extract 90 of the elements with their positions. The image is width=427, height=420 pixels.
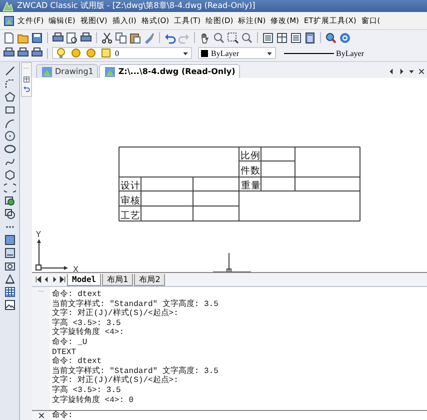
- command-history-line: 命令: _U: [52, 338, 88, 348]
- command-history-line: 当前文字样式: "Standard" 文字高度: 3.5: [52, 366, 220, 376]
- undo-icon[interactable]: [164, 32, 176, 44]
- close-icon[interactable]: [38, 412, 44, 419]
- camera-icon[interactable]: [4, 260, 16, 272]
- copy-icon[interactable]: [115, 32, 127, 44]
- command-history-line: 文字旋转角度 <4>: 0: [52, 396, 135, 406]
- printer-icon[interactable]: [80, 32, 92, 44]
- command-history-line: 文字旋转角度 <4>:: [52, 328, 126, 338]
- first-icon[interactable]: [35, 276, 42, 283]
- previous-icon[interactable]: [388, 68, 395, 74]
- rectangle-icon[interactable]: [4, 104, 16, 116]
- dropdown-arrow-icon[interactable]: [408, 68, 415, 74]
- hand-icon[interactable]: [199, 32, 211, 44]
- zoom-icon[interactable]: [241, 32, 253, 44]
- list-panel-icon[interactable]: [290, 32, 302, 44]
- paste-icon[interactable]: [129, 32, 141, 44]
- zoom-icon[interactable]: [213, 32, 225, 44]
- search-icon[interactable]: [325, 32, 337, 44]
- drawing-canvas[interactable]: 比例 件数 设计 重量 审核 工艺 Y X: [32, 78, 427, 272]
- polyline-icon[interactable]: [4, 78, 16, 90]
- spline-icon[interactable]: [4, 156, 16, 168]
- layer-dropdown[interactable]: 0: [52, 47, 192, 59]
- drawing-file-icon: [41, 66, 53, 78]
- insert-icon[interactable]: [4, 208, 16, 220]
- command-history-line: 字高 <3.5>: 3.5: [52, 386, 122, 395]
- layout-tab[interactable]: 布局1: [102, 274, 134, 286]
- list-panel-icon[interactable]: [262, 32, 274, 44]
- hexagon-icon[interactable]: [4, 169, 16, 181]
- line-icon[interactable]: [4, 65, 16, 77]
- command-history-line: 命令: dtext: [52, 357, 103, 366]
- dropdown-arrow-icon: [182, 50, 189, 56]
- arrow-icon: [22, 85, 30, 92]
- layout-tab[interactable]: Model: [67, 274, 102, 286]
- print-preview-icon[interactable]: [66, 32, 78, 44]
- block-icon[interactable]: [4, 195, 16, 207]
- zoom-window-icon[interactable]: [227, 32, 239, 44]
- window-title: ZWCAD Classic 试用版 - [Z:\dwg\第8章\8-4.dwg (Read-Only)]: [17, 0, 256, 12]
- document-tab[interactable]: Drawing1: [36, 64, 98, 78]
- command-history-line: 命令: dtext: [52, 290, 103, 299]
- table-label: 工艺: [120, 210, 140, 222]
- circle-icon: [85, 47, 97, 59]
- grid-panel-icon[interactable]: [276, 32, 288, 44]
- ellipse-icon[interactable]: [4, 143, 16, 155]
- y-axis-label: Y: [36, 230, 41, 239]
- layout-tab[interactable]: 布局2: [134, 274, 166, 286]
- arc-icon[interactable]: [4, 117, 16, 129]
- table-label: 审核: [120, 196, 140, 206]
- command-history-line: DTEXT: [52, 348, 78, 357]
- x-axis-label: X: [73, 265, 78, 272]
- printer-icon[interactable]: [3, 47, 15, 59]
- table-label: 设计: [120, 180, 140, 192]
- square-icon[interactable]: [4, 234, 16, 246]
- command-history-line: 文字: 对正(J)/样式(S)/<起点>:: [52, 309, 180, 318]
- command-history-line: 字高 <3.5>: 3.5: [52, 318, 122, 328]
- calculator-icon[interactable]: [304, 32, 316, 44]
- sun-icon: [70, 47, 82, 59]
- arc-icon[interactable]: [4, 182, 16, 194]
- previous-icon[interactable]: [43, 276, 50, 283]
- table-label: 件数: [240, 166, 260, 176]
- lightbulb-icon: [55, 47, 67, 59]
- document-icon[interactable]: [3, 14, 15, 26]
- printer-icon[interactable]: [31, 47, 43, 59]
- scissors-icon[interactable]: [101, 32, 113, 44]
- drawing-file-icon: [104, 66, 116, 78]
- table-label: 比例: [240, 150, 260, 162]
- close-icon[interactable]: [418, 68, 425, 74]
- document-tab[interactable]: Z:\...\8-4.dwg (Read-Only): [99, 64, 240, 78]
- next-icon[interactable]: [51, 276, 58, 283]
- command-history-line: 当前文字样式: "Standard" 文字高度: 3.5: [52, 300, 220, 309]
- polygon-icon[interactable]: [4, 91, 16, 103]
- square-icon: [100, 47, 112, 59]
- printer-icon[interactable]: [17, 47, 29, 59]
- crosshair-cursor-icon: [212, 252, 252, 272]
- table-label: 重量: [241, 180, 261, 192]
- next-icon[interactable]: [398, 68, 405, 74]
- image-icon[interactable]: [4, 299, 16, 311]
- triangle-icon[interactable]: [4, 273, 16, 285]
- last-icon[interactable]: [59, 276, 66, 283]
- command-prompt: 命令:: [51, 411, 73, 420]
- circle-icon[interactable]: [4, 130, 16, 142]
- color-dropdown[interactable]: ByLayer: [198, 47, 276, 59]
- linetype-dropdown[interactable]: ByLayer: [284, 48, 364, 58]
- square-icon[interactable]: [4, 247, 16, 259]
- command-history-line: 文字: 对正(J)/样式(S)/<起点>:: [52, 376, 180, 386]
- save-icon[interactable]: [31, 32, 43, 44]
- ucs-axes-icon: [36, 239, 68, 270]
- dropdown-arrow-icon: [266, 50, 273, 56]
- table-icon[interactable]: [4, 286, 16, 298]
- printer-icon[interactable]: [52, 32, 64, 44]
